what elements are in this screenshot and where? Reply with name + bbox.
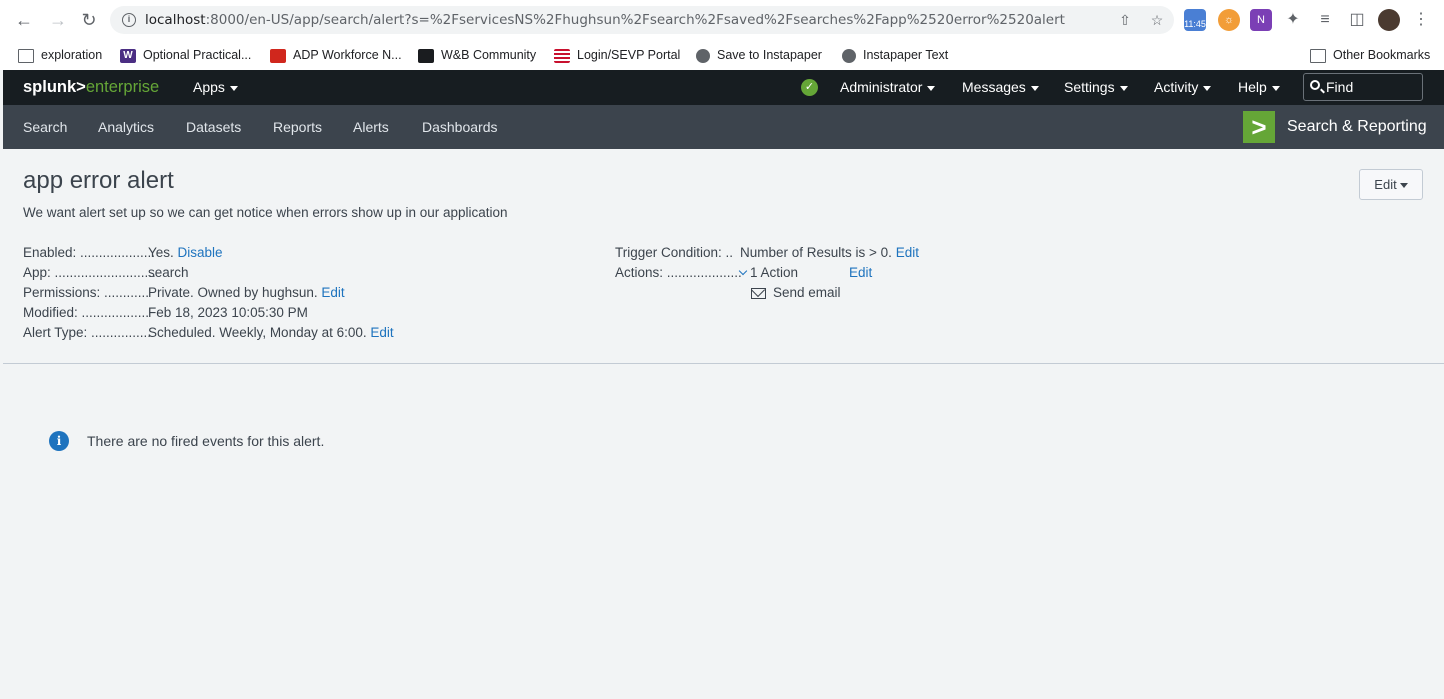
onenote-extension-icon[interactable]: N xyxy=(1250,9,1272,31)
section-divider xyxy=(3,363,1444,364)
alert-type-label: Alert Type: ................ xyxy=(23,325,152,340)
health-check-icon[interactable]: ✓ xyxy=(801,79,818,96)
find-search-box[interactable] xyxy=(1303,73,1423,101)
forward-icon[interactable]: → xyxy=(46,8,70,32)
folder-icon xyxy=(18,48,34,63)
caret-down-icon xyxy=(1030,85,1039,91)
mail-icon xyxy=(751,287,766,299)
no-events-text: There are no fired events for this alert… xyxy=(87,433,325,449)
browser-menu-icon[interactable]: ⋮ xyxy=(1410,9,1432,31)
permissions-value: Private. Owned by hughsun. xyxy=(148,285,318,300)
alert-detail-page: app error alert We want alert set up so … xyxy=(3,149,1444,699)
info-icon: i xyxy=(49,431,69,451)
globe-icon xyxy=(696,48,710,63)
page-title: app error alert xyxy=(23,167,174,194)
search-app-icon: > xyxy=(1243,111,1275,143)
bookmark-instapaper-text[interactable]: Instapaper Text xyxy=(842,45,948,65)
actions-toggle[interactable]: 1 Action xyxy=(738,265,799,280)
alert-type-value: Scheduled. Weekly, Monday at 6:00. xyxy=(148,325,367,340)
side-panel-icon[interactable]: ◫ xyxy=(1346,9,1368,31)
find-input[interactable] xyxy=(1326,78,1416,96)
url-text[interactable]: localhost:8000/en-US/app/search/alert?s=… xyxy=(145,12,1065,28)
bookmark-optional-practical[interactable]: W Optional Practical... xyxy=(120,45,251,65)
extensions-puzzle-icon[interactable]: ✦ xyxy=(1282,9,1304,31)
caret-down-icon xyxy=(927,85,936,91)
address-bar[interactable]: i localhost:8000/en-US/app/search/alert?… xyxy=(110,6,1174,34)
nav-datasets[interactable]: Datasets xyxy=(186,119,241,135)
search-icon xyxy=(1310,80,1320,90)
bookmark-star-icon[interactable]: ☆ xyxy=(1147,10,1167,30)
caret-down-icon xyxy=(1399,183,1408,189)
site-info-icon[interactable]: i xyxy=(122,13,136,27)
reading-list-icon[interactable]: ≡ xyxy=(1314,9,1336,31)
modified-value: Feb 18, 2023 10:05:30 PM xyxy=(148,305,308,320)
app-label: App: ........................... xyxy=(23,265,156,280)
calendar-extension-icon[interactable]: 11:45 xyxy=(1184,9,1206,31)
splunk-header: splunk>enterprise Apps ✓ Administrator M… xyxy=(3,70,1444,105)
app-value: search xyxy=(148,265,189,280)
nav-analytics[interactable]: Analytics xyxy=(98,119,154,135)
bookmark-save-instapaper[interactable]: Save to Instapaper xyxy=(696,45,822,65)
enabled-label: Enabled: .................... xyxy=(23,245,156,260)
adp-icon xyxy=(270,48,286,63)
back-icon[interactable]: ← xyxy=(12,8,36,32)
trigger-label: Trigger Condition: .. xyxy=(615,245,734,260)
wandb-icon xyxy=(418,48,434,63)
permissions-edit-link[interactable]: Edit xyxy=(321,285,344,300)
nav-reports[interactable]: Reports xyxy=(273,119,322,135)
browser-toolbar: ← → ↻ i localhost:8000/en-US/app/search/… xyxy=(0,0,1444,40)
bookmark-adp[interactable]: ADP Workforce N... xyxy=(270,45,402,65)
enabled-value: Yes. xyxy=(148,245,174,260)
actions-count: 1 Action xyxy=(750,265,799,280)
app-navigation-bar: Search Analytics Datasets Reports Alerts… xyxy=(3,105,1444,149)
profile-avatar[interactable] xyxy=(1378,9,1400,31)
messages-menu[interactable]: Messages xyxy=(962,79,1039,95)
bookmark-wandb[interactable]: W&B Community xyxy=(418,45,536,65)
edit-dropdown-button[interactable]: Edit xyxy=(1359,169,1423,200)
nav-alerts[interactable]: Alerts xyxy=(353,119,389,135)
modified-label: Modified: .................. xyxy=(23,305,150,320)
alert-description: We want alert set up so we can get notic… xyxy=(23,205,508,220)
reload-icon[interactable]: ↻ xyxy=(77,8,101,32)
chevron-down-icon xyxy=(738,266,748,276)
sun-extension-icon[interactable]: ☼ xyxy=(1218,9,1240,31)
caret-down-icon xyxy=(1203,85,1212,91)
activity-menu[interactable]: Activity xyxy=(1154,79,1212,95)
trigger-edit-link[interactable]: Edit xyxy=(896,245,919,260)
alert-type-edit-link[interactable]: Edit xyxy=(370,325,393,340)
disable-link[interactable]: Disable xyxy=(178,245,223,260)
folder-icon xyxy=(1310,48,1326,63)
splunk-logo[interactable]: splunk>enterprise xyxy=(23,78,159,97)
app-title: Search & Reporting xyxy=(1287,118,1427,135)
bookmarks-bar: exploration W Optional Practical... ADP W… xyxy=(0,40,1444,70)
caret-down-icon xyxy=(1119,85,1128,91)
caret-down-icon xyxy=(229,85,238,91)
nav-search[interactable]: Search xyxy=(23,119,67,135)
administrator-menu[interactable]: Administrator xyxy=(840,79,936,95)
share-icon[interactable]: ⇧ xyxy=(1115,10,1135,30)
bookmark-exploration[interactable]: exploration xyxy=(18,45,102,65)
settings-menu[interactable]: Settings xyxy=(1064,79,1128,95)
actions-edit-link[interactable]: Edit xyxy=(849,265,872,280)
us-flag-icon xyxy=(554,48,570,63)
bookmark-other[interactable]: Other Bookmarks xyxy=(1310,45,1430,65)
send-email-action: Send email xyxy=(773,285,841,300)
browser-chrome: ← → ↻ i localhost:8000/en-US/app/search/… xyxy=(0,0,1444,70)
actions-label: Actions: .................... xyxy=(615,265,742,280)
apps-menu[interactable]: Apps xyxy=(193,79,238,95)
bookmark-sevp[interactable]: Login/SEVP Portal xyxy=(554,45,680,65)
trigger-value: Number of Results is > 0. xyxy=(740,245,892,260)
nav-dashboards[interactable]: Dashboards xyxy=(422,119,498,135)
uw-w-icon: W xyxy=(120,48,136,63)
help-menu[interactable]: Help xyxy=(1238,79,1280,95)
globe-icon xyxy=(842,48,856,63)
permissions-label: Permissions: ............ xyxy=(23,285,150,300)
caret-down-icon xyxy=(1271,85,1280,91)
